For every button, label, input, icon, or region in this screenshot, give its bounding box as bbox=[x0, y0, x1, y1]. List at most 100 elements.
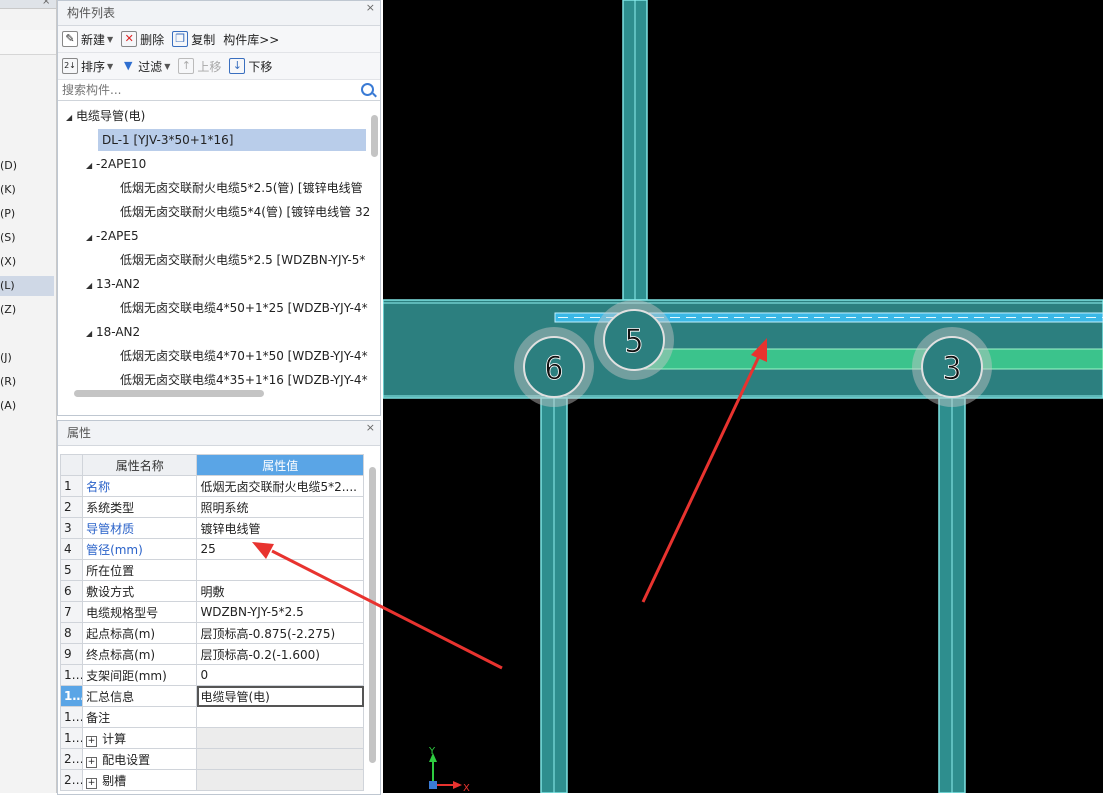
search-icon[interactable] bbox=[361, 83, 374, 96]
property-row[interactable]: 7 电缆规格型号 WDZBN-YJY-5*2.5 bbox=[59, 601, 364, 623]
tree-node-label: 低烟无卤交联电缆4*35+1*16 [WDZB-YJY-4* bbox=[120, 373, 368, 387]
move-up-button[interactable]: ↑ 上移 bbox=[178, 58, 221, 75]
property-row[interactable]: 3 导管材质 镀锌电线管 bbox=[59, 517, 364, 539]
tree-leaf-node[interactable]: 低烟无卤交联耐火电缆5*2.5(管) [镀锌电线管 bbox=[120, 177, 363, 199]
row-number: 13 bbox=[59, 727, 84, 749]
tree-group-node[interactable]: ◢ -2APE10 bbox=[86, 153, 146, 175]
axis-bubble-6[interactable]: 6 bbox=[514, 327, 594, 407]
filter-button[interactable]: ▼ 过滤 ▼ bbox=[121, 58, 170, 75]
new-button[interactable]: ✎ 新建 ▼ bbox=[62, 31, 113, 48]
property-row[interactable]: 8 起点标高(m) 层顶标高-0.875(-2.275) bbox=[59, 622, 364, 644]
tree-group-node[interactable]: DL-1 [YJV-3*50+1*16] bbox=[98, 129, 366, 151]
chevron-down-icon[interactable]: ▼ bbox=[107, 35, 113, 44]
copy-button[interactable]: ❐ 复制 bbox=[172, 31, 215, 48]
expand-plus-icon[interactable]: + bbox=[86, 777, 98, 789]
property-value-cell[interactable] bbox=[196, 748, 364, 770]
left-panel-item[interactable]: (P) bbox=[0, 204, 54, 224]
left-panel-item[interactable]: (J) bbox=[0, 348, 54, 368]
property-value-cell[interactable]: 层顶标高-0.2(-1.600) bbox=[196, 643, 364, 665]
left-panel-item[interactable]: (L) bbox=[0, 276, 54, 296]
left-panel-item[interactable]: (R) bbox=[0, 372, 54, 392]
close-icon[interactable]: × bbox=[366, 1, 375, 14]
property-name-cell: 系统类型 bbox=[82, 496, 198, 518]
property-value-cell[interactable]: 明敷 bbox=[196, 580, 364, 602]
property-value-cell[interactable]: 25 bbox=[196, 538, 364, 560]
property-value-cell[interactable]: 电缆导管(电) bbox=[196, 685, 364, 707]
property-name-label: 起点标高(m) bbox=[86, 626, 156, 641]
component-tree: ◢ 电缆导管(电) DL-1 [YJV-3*50+1*16] ◢ -2APE10 低烟无卤… bbox=[58, 101, 380, 401]
property-row[interactable]: 9 终点标高(m) 层顶标高-0.2(-1.600) bbox=[59, 643, 364, 665]
property-name-label: 支架间距(mm) bbox=[86, 668, 167, 683]
expand-triangle-icon[interactable]: ◢ bbox=[86, 323, 96, 345]
properties-vertical-scrollbar[interactable] bbox=[369, 467, 376, 763]
header-property-name[interactable]: 属性名称 bbox=[82, 454, 198, 476]
property-row[interactable]: 5 所在位置 bbox=[59, 559, 364, 581]
left-panel-item[interactable]: (Z) bbox=[0, 300, 54, 320]
left-panel-item[interactable]: (A) bbox=[0, 396, 54, 416]
move-down-button[interactable]: ↓ 下移 bbox=[229, 58, 272, 75]
property-value-cell[interactable] bbox=[196, 706, 364, 728]
left-panel-item[interactable]: (D) bbox=[0, 156, 54, 176]
property-name-label: 剔槽 bbox=[102, 773, 127, 788]
property-row[interactable]: 24 + 剔槽 bbox=[59, 769, 364, 791]
close-icon[interactable]: × bbox=[366, 421, 375, 434]
property-row[interactable]: 6 敷设方式 明敷 bbox=[59, 580, 364, 602]
expand-plus-icon[interactable]: + bbox=[86, 756, 98, 768]
tree-leaf-node[interactable]: 低烟无卤交联电缆4*50+1*25 [WDZB-YJY-4* bbox=[120, 297, 368, 319]
close-icon[interactable]: × bbox=[42, 0, 50, 7]
property-row[interactable]: 1 名称 低烟无卤交联耐火电缆5*2.... bbox=[59, 475, 364, 497]
expand-triangle-icon[interactable]: ◢ bbox=[66, 107, 76, 129]
row-number: 5 bbox=[59, 559, 84, 581]
axis-label-3: 3 bbox=[942, 349, 961, 387]
property-value-cell[interactable]: 镀锌电线管 bbox=[196, 517, 364, 539]
left-panel-item[interactable]: (K) bbox=[0, 180, 54, 200]
property-row[interactable]: 13 + 计算 bbox=[59, 727, 364, 749]
chevron-down-icon[interactable]: ▼ bbox=[164, 62, 170, 71]
property-value-cell[interactable] bbox=[196, 559, 364, 581]
property-row[interactable]: 2 系统类型 照明系统 bbox=[59, 496, 364, 518]
chevron-down-icon[interactable]: ▼ bbox=[107, 62, 113, 71]
property-value-cell[interactable]: WDZBN-YJY-5*2.5 bbox=[196, 601, 364, 623]
left-panel-item[interactable]: (X) bbox=[0, 252, 54, 272]
sort-button[interactable]: 2↓ 排序 ▼ bbox=[62, 58, 113, 75]
tree-vertical-scrollbar[interactable] bbox=[371, 115, 378, 157]
property-row[interactable]: 20 + 配电设置 bbox=[59, 748, 364, 770]
arrow-down-icon: ↓ bbox=[229, 58, 246, 74]
tree-horizontal-scrollbar[interactable] bbox=[74, 390, 264, 397]
component-library-button[interactable]: 构件库>> bbox=[223, 31, 279, 48]
cad-drawing-canvas[interactable]: 5 6 3 Y X bbox=[383, 0, 1103, 793]
property-value-cell[interactable]: 低烟无卤交联耐火电缆5*2.... bbox=[196, 475, 364, 497]
header-property-value[interactable]: 属性值 bbox=[196, 454, 364, 476]
property-value-cell[interactable] bbox=[196, 727, 364, 749]
property-name-cell: 导管材质 bbox=[82, 517, 198, 539]
row-number: 12 bbox=[59, 706, 84, 728]
search-input[interactable] bbox=[58, 80, 354, 100]
tree-group-node[interactable]: ◢ 18-AN2 bbox=[86, 321, 140, 343]
property-value-cell[interactable]: 0 bbox=[196, 664, 364, 686]
tree-leaf-node[interactable]: 低烟无卤交联电缆4*70+1*50 [WDZB-YJY-4* bbox=[120, 345, 368, 367]
property-row[interactable]: 10 支架间距(mm) 0 bbox=[59, 664, 364, 686]
expand-triangle-icon[interactable]: ◢ bbox=[86, 155, 96, 177]
expand-triangle-icon[interactable]: ◢ bbox=[86, 275, 96, 297]
tree-leaf-node[interactable]: 低烟无卤交联耐火电缆5*4(管) [镀锌电线管 32 bbox=[120, 201, 370, 223]
tree-group-node[interactable]: ◢ 13-AN2 bbox=[86, 273, 140, 295]
property-value-cell[interactable]: 层顶标高-0.875(-2.275) bbox=[196, 622, 364, 644]
left-panel-item[interactable]: (S) bbox=[0, 228, 54, 248]
property-value-cell[interactable] bbox=[196, 769, 364, 791]
tree-leaf-node[interactable]: 低烟无卤交联电缆4*35+1*16 [WDZB-YJY-4* bbox=[120, 369, 368, 391]
property-row[interactable]: 11 汇总信息 电缆导管(电) bbox=[59, 685, 364, 707]
property-row[interactable]: 4 管径(mm) 25 bbox=[59, 538, 364, 560]
tree-root-node[interactable]: ◢ 电缆导管(电) bbox=[66, 105, 145, 127]
ucs-axis-icon: Y X bbox=[428, 746, 470, 793]
property-name-label: 名称 bbox=[86, 479, 111, 494]
delete-button[interactable]: ✕ 删除 bbox=[121, 31, 164, 48]
drawing-svg[interactable]: 5 6 3 Y X bbox=[383, 0, 1103, 793]
expand-triangle-icon[interactable]: ◢ bbox=[86, 227, 96, 249]
tree-group-node[interactable]: ◢ -2APE5 bbox=[86, 225, 139, 247]
property-row[interactable]: 12 备注 bbox=[59, 706, 364, 728]
expand-plus-icon[interactable]: + bbox=[86, 735, 98, 747]
axis-bubble-5[interactable]: 5 bbox=[594, 300, 674, 380]
property-value-cell[interactable]: 照明系统 bbox=[196, 496, 364, 518]
tree-leaf-node[interactable]: 低烟无卤交联耐火电缆5*2.5 [WDZBN-YJY-5* bbox=[120, 249, 365, 271]
axis-bubble-3[interactable]: 3 bbox=[912, 327, 992, 407]
